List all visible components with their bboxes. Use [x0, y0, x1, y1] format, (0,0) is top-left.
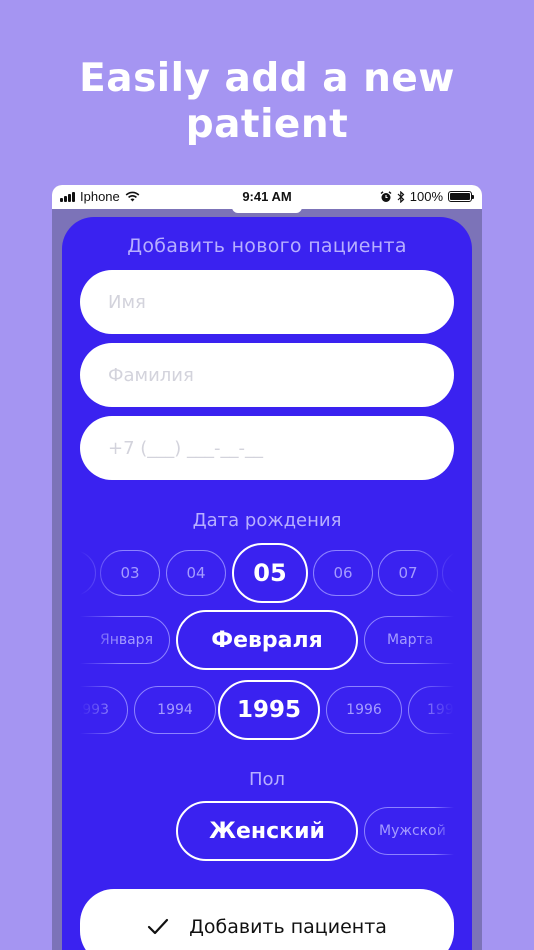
gender-picker[interactable]: Женский Мужской: [80, 801, 454, 861]
phone-input[interactable]: [80, 416, 454, 480]
gender-option-selected[interactable]: Женский: [176, 801, 358, 861]
month-option[interactable]: Марта: [364, 616, 454, 664]
day-picker[interactable]: 02 03 04 05 06 07 08: [80, 543, 454, 603]
day-option-08[interactable]: 08: [442, 550, 454, 596]
gender-label: Пол: [248, 769, 286, 790]
battery-percent: 100%: [409, 189, 443, 204]
year-option[interactable]: 1994: [134, 686, 216, 734]
battery-icon: [448, 191, 474, 202]
phone-frame: Iphone 9:41 AM 100% Добавить нового паци…: [52, 185, 482, 950]
day-option[interactable]: 03: [100, 550, 160, 596]
notch: [232, 205, 302, 213]
alarm-icon: [380, 190, 392, 202]
day-option[interactable]: 07: [378, 550, 438, 596]
birth-date-label: Дата рождения: [192, 510, 342, 531]
day-option[interactable]: 06: [313, 550, 373, 596]
year-option[interactable]: 1997: [408, 686, 454, 734]
gender-option[interactable]: Мужской: [364, 807, 454, 855]
first-name-input[interactable]: [80, 270, 454, 334]
last-name-input[interactable]: [80, 343, 454, 407]
month-picker[interactable]: Января Февраля Марта: [80, 610, 454, 672]
year-option-selected[interactable]: 1995: [218, 680, 320, 740]
add-patient-label: Добавить пациента: [189, 916, 387, 938]
year-option[interactable]: 1993: [80, 686, 128, 734]
month-option[interactable]: Января: [80, 616, 170, 664]
headline: Easily add a new patient: [79, 56, 455, 147]
month-option-selected[interactable]: Февраля: [176, 610, 358, 670]
add-patient-button[interactable]: Добавить пациента: [80, 889, 454, 950]
day-option[interactable]: 04: [166, 550, 226, 596]
day-option-02[interactable]: 02: [80, 550, 96, 596]
form-title: Добавить нового пациента: [127, 235, 407, 257]
add-patient-card: Добавить нового пациента Дата рождения 0…: [62, 217, 472, 950]
bluetooth-icon: [397, 190, 405, 203]
day-option-selected[interactable]: 05: [232, 543, 308, 603]
year-option[interactable]: 1996: [326, 686, 402, 734]
year-picker[interactable]: 1993 1994 1995 1996 1997: [80, 680, 454, 740]
checkmark-icon: [147, 918, 169, 935]
